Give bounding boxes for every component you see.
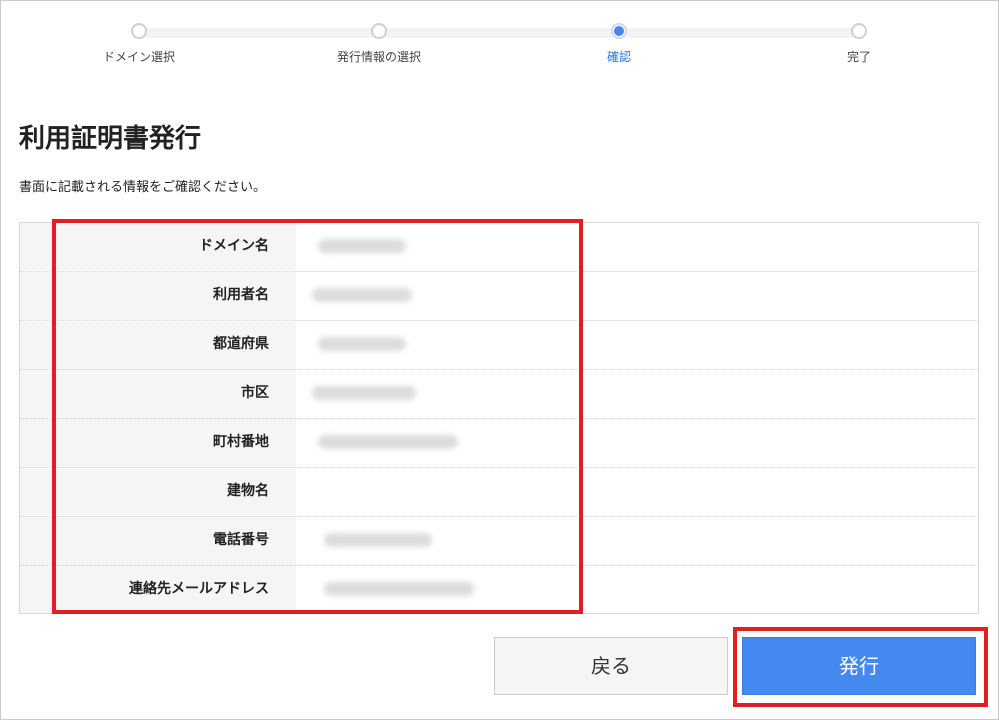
table-row: 建物名	[20, 468, 978, 517]
row-value	[296, 517, 978, 565]
row-label: ドメイン名	[20, 223, 296, 271]
table-row: 市区	[20, 370, 978, 419]
redacted-value	[318, 337, 406, 351]
table-row: 利用者名	[20, 272, 978, 321]
row-value	[296, 419, 978, 467]
back-button[interactable]: 戻る	[494, 637, 728, 695]
row-value	[296, 468, 978, 516]
row-value	[296, 321, 978, 369]
row-value	[296, 566, 978, 613]
row-value	[296, 272, 978, 320]
row-label: 町村番地	[20, 419, 296, 467]
stepper-track	[139, 28, 859, 38]
redacted-value	[324, 533, 432, 547]
step-dot-icon	[851, 23, 867, 39]
issue-button[interactable]: 発行	[742, 637, 976, 695]
redacted-value	[312, 288, 412, 302]
table-row: 町村番地	[20, 419, 978, 468]
redacted-value	[318, 239, 406, 253]
row-label: 都道府県	[20, 321, 296, 369]
step-label: 確認	[606, 50, 631, 64]
row-label: 電話番号	[20, 517, 296, 565]
step-label: 完了	[846, 50, 871, 64]
step-dot-active-icon	[611, 23, 627, 39]
row-value	[296, 370, 978, 418]
row-label: 利用者名	[20, 272, 296, 320]
table-row: ドメイン名	[20, 223, 978, 272]
page-title: 利用証明書発行	[19, 124, 202, 154]
row-label: 建物名	[20, 468, 296, 516]
confirmation-table: ドメイン名 利用者名 都道府県 市区 町村番地 建物名 電話番号 連絡先メールア…	[19, 222, 979, 614]
table-row: 都道府県	[20, 321, 978, 370]
row-label: 連絡先メールアドレス	[20, 566, 296, 613]
step-label: ドメイン選択	[102, 50, 175, 64]
redacted-value	[312, 386, 416, 400]
redacted-value	[324, 582, 474, 596]
step-label: 発行情報の選択	[336, 50, 421, 64]
progress-stepper: ドメイン選択 発行情報の選択 確認 完了	[0, 0, 999, 80]
step-dot-icon	[371, 23, 387, 39]
redacted-value	[318, 435, 458, 449]
row-value	[296, 223, 978, 271]
page-description: 書面に記載される情報をご確認ください。	[19, 180, 267, 195]
step-dot-icon	[131, 23, 147, 39]
table-row: 連絡先メールアドレス	[20, 566, 978, 613]
row-label: 市区	[20, 370, 296, 418]
table-row: 電話番号	[20, 517, 978, 566]
